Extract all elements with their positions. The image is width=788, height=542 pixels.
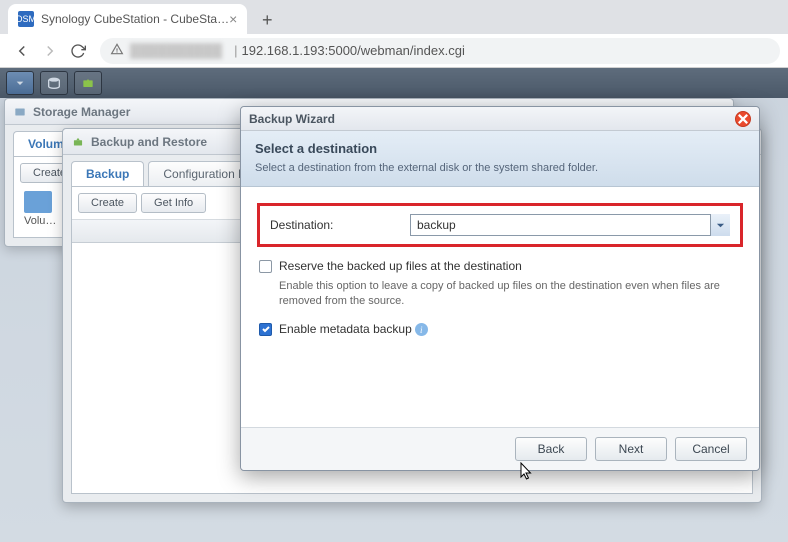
backup-icon [71,135,85,149]
reserve-description: Enable this option to leave a copy of ba… [279,279,743,310]
volume-label: Volu… [24,215,56,227]
destination-label: Destination: [270,218,410,232]
reserve-checkbox[interactable] [259,260,272,273]
metadata-checkbox-row[interactable]: Enable metadata backupi [257,322,743,337]
tab-backup[interactable]: Backup [71,161,144,186]
taskbar-disk-icon[interactable] [40,71,68,95]
dsm-taskbar [0,68,788,98]
br-getinfo-button[interactable]: Get Info [141,193,206,213]
wizard-subtext: Select a destination from the external d… [255,162,745,174]
cursor-icon [520,462,534,482]
main-menu-icon[interactable] [6,71,34,95]
tab-title: Synology CubeStation - CubeSta… [41,12,229,26]
url-separator: | [234,43,237,58]
destination-select[interactable]: backup [410,214,730,236]
browser-tab[interactable]: DSM Synology CubeStation - CubeSta… × [8,4,247,34]
chevron-down-icon[interactable] [710,214,730,236]
next-button[interactable]: Next [595,437,667,461]
browser-tab-strip: DSM Synology CubeStation - CubeSta… × + [0,0,788,34]
volume-icon [24,191,52,213]
cancel-button[interactable]: Cancel [675,437,747,461]
reserve-label: Reserve the backed up files at the desti… [279,259,522,273]
back-button[interactable] [8,37,36,65]
blurred-text: ██████████ [130,43,222,58]
reload-button[interactable] [64,37,92,65]
wizard-body: Destination: backup Reserve the backed u… [241,187,759,427]
storage-manager-title: Storage Manager [33,105,130,119]
storage-icon [13,105,27,119]
wizard-titlebar[interactable]: Backup Wizard [241,107,759,131]
browser-toolbar: ██████████ | 192.168.1.193:5000/webman/i… [0,34,788,68]
not-secure-icon [110,42,124,59]
favicon-icon: DSM [18,11,34,27]
dsm-desktop: Storage Manager Volume HDD Management iS… [0,68,788,542]
wizard-footer: Back Next Cancel [241,427,759,470]
backup-restore-title: Backup and Restore [91,135,207,149]
address-bar[interactable]: ██████████ | 192.168.1.193:5000/webman/i… [100,38,780,64]
metadata-label: Enable metadata backup [279,322,412,336]
reserve-checkbox-row[interactable]: Reserve the backed up files at the desti… [257,259,743,273]
wizard-title: Backup Wizard [249,112,335,126]
backup-wizard-dialog: Backup Wizard Select a destination Selec… [240,106,760,471]
destination-value: backup [410,214,730,236]
wizard-header: Select a destination Select a destinatio… [241,131,759,187]
close-icon[interactable] [735,111,751,127]
wizard-heading: Select a destination [255,141,745,156]
taskbar-backup-icon[interactable] [74,71,102,95]
new-tab-button[interactable]: + [253,6,281,34]
back-button-wizard[interactable]: Back [515,437,587,461]
metadata-checkbox[interactable] [259,323,272,336]
br-create-button[interactable]: Create [78,193,137,213]
info-icon[interactable]: i [415,323,428,336]
close-tab-icon[interactable]: × [229,11,237,27]
destination-row: Destination: backup [257,203,743,247]
url-text: 192.168.1.193:5000/webman/index.cgi [242,43,465,58]
forward-button[interactable] [36,37,64,65]
